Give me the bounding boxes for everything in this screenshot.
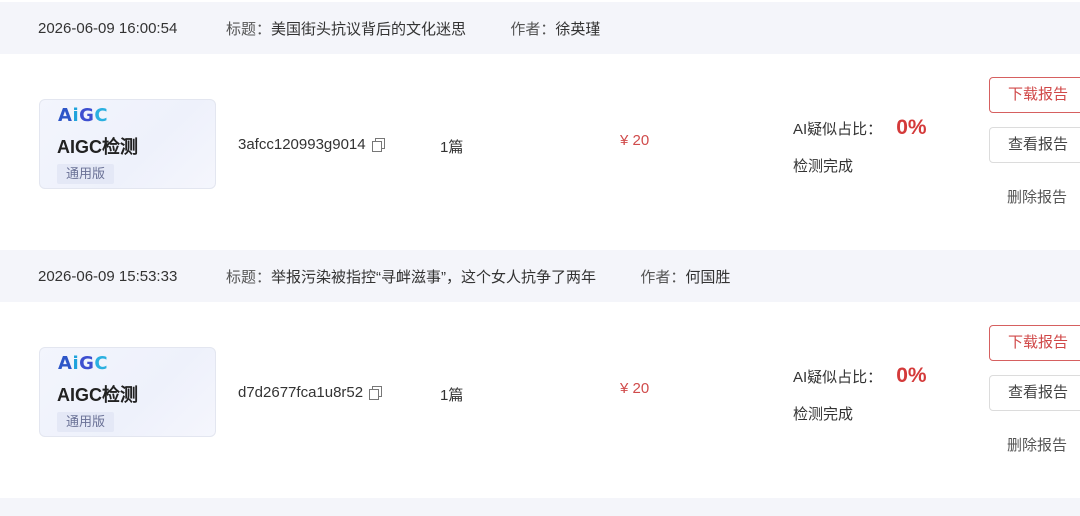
product-name: AIGC检测 [57, 137, 138, 157]
order-id-text: d7d2677fca1u8r52 [238, 384, 364, 401]
product-card: AiGC AIGC检测 通用版 [39, 99, 216, 189]
doc-count: 1篇 [440, 139, 464, 156]
copy-icon[interactable] [369, 385, 383, 400]
ai-ratio-value: 0% [896, 116, 927, 139]
view-report-button[interactable]: 查看报告 [989, 375, 1080, 411]
author-label: 作者： [510, 20, 556, 38]
order-id: 3afcc120993g9014 [238, 136, 385, 153]
download-report-button[interactable]: 下载报告 [989, 325, 1080, 361]
record-title-row: 标题：美国街头抗议背后的文化迷思 作者：徐英瑾 [226, 18, 600, 39]
view-report-button[interactable]: 查看报告 [989, 127, 1080, 163]
record-title: 举报污染被指控“寻衅滋事”，这个女人抗争了两年 [271, 268, 597, 286]
ai-ratio-label: AI疑似占比： [793, 121, 883, 138]
status-text: 检测完成 [793, 406, 854, 423]
ai-ratio: AI疑似占比： 0% [793, 116, 927, 140]
order-id-text: 3afcc120993g9014 [238, 136, 366, 153]
record-title-row: 标题：举报污染被指控“寻衅滋事”，这个女人抗争了两年 作者：何国胜 [226, 266, 730, 287]
record-header: 2026-06-09 16:00:54 标题：美国街头抗议背后的文化迷思 作者：… [0, 2, 1080, 54]
edition-badge: 通用版 [57, 412, 115, 432]
aigc-logo: AiGC [58, 353, 109, 374]
delete-report-button[interactable]: 删除报告 [1007, 434, 1067, 455]
product-name: AIGC检测 [57, 385, 138, 405]
ai-ratio-value: 0% [896, 364, 927, 387]
title-label: 标题： [226, 268, 272, 286]
record-title: 美国街头抗议背后的文化迷思 [271, 20, 467, 38]
download-report-button[interactable]: 下载报告 [989, 77, 1080, 113]
record-header: 2026-06-09 15:53:33 标题：举报污染被指控“寻衅滋事”，这个女… [0, 250, 1080, 302]
record-author: 何国胜 [685, 268, 731, 286]
delete-report-button[interactable]: 删除报告 [1007, 186, 1067, 207]
order-id: d7d2677fca1u8r52 [238, 384, 383, 401]
record-header-partial [0, 498, 1080, 516]
doc-count: 1篇 [440, 387, 464, 404]
record-body: AiGC AIGC检测 通用版 d7d2677fca1u8r52 1篇 ¥ 20… [0, 302, 1080, 498]
record-time: 2026-06-09 15:53:33 [38, 267, 178, 285]
ai-ratio-label: AI疑似占比： [793, 369, 883, 386]
title-label: 标题： [226, 20, 272, 38]
price: ¥ 20 [620, 132, 650, 149]
product-card: AiGC AIGC检测 通用版 [39, 347, 216, 437]
author-label: 作者： [640, 268, 686, 286]
edition-badge: 通用版 [57, 164, 115, 184]
price: ¥ 20 [620, 380, 650, 397]
record-body: AiGC AIGC检测 通用版 3afcc120993g9014 1篇 ¥ 20… [0, 54, 1080, 250]
record-time: 2026-06-09 16:00:54 [38, 19, 178, 37]
record-author: 徐英瑾 [555, 20, 601, 38]
copy-icon[interactable] [371, 137, 385, 152]
ai-ratio: AI疑似占比： 0% [793, 364, 927, 388]
aigc-logo: AiGC [58, 105, 109, 126]
status-text: 检测完成 [793, 158, 854, 175]
